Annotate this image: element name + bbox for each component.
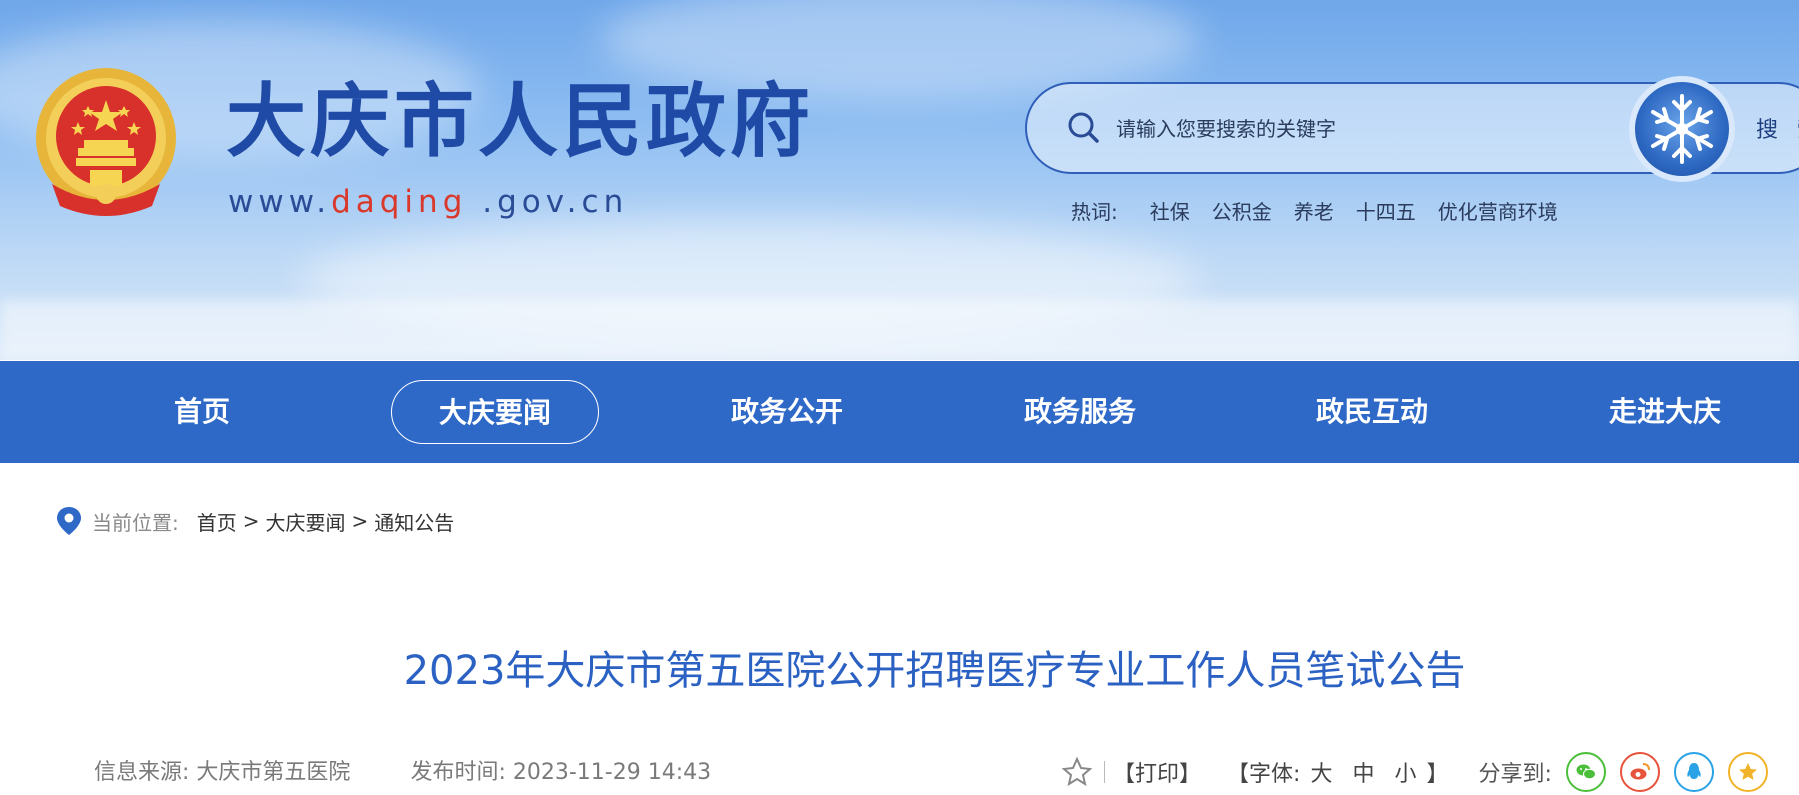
- nav-item-about-daqing[interactable]: 走进大庆: [1565, 361, 1765, 463]
- hotword-link[interactable]: 优化营商环境: [1438, 196, 1558, 225]
- nav-item-home[interactable]: 首页: [102, 361, 302, 463]
- hotword-link[interactable]: 社保: [1150, 196, 1190, 225]
- breadcrumb-link-home[interactable]: 首页: [197, 507, 237, 536]
- breadcrumb-link-daqing-news[interactable]: 大庆要闻: [266, 507, 346, 536]
- site-url-suffix: .gov.cn: [467, 184, 629, 220]
- article-meta: 信息来源: 大庆市第五医院 发布时间: 2023-11-29 14:43: [94, 754, 711, 786]
- font-size-small[interactable]: 小: [1394, 756, 1416, 788]
- font-size-medium[interactable]: 中: [1352, 756, 1374, 788]
- qq-icon[interactable]: [1673, 752, 1714, 792]
- qzone-icon[interactable]: [1727, 752, 1768, 792]
- header-ground: [0, 300, 1799, 360]
- site-url: www.daqing .gov.cn: [228, 184, 628, 220]
- breadcrumb-label: 当前位置:: [92, 510, 179, 535]
- source-value: 大庆市第五医院: [196, 760, 351, 785]
- print-button[interactable]: 【打印】: [1113, 756, 1201, 788]
- site-url-highlight: daqing: [331, 184, 468, 220]
- favorite-star-icon[interactable]: [1062, 757, 1092, 787]
- hotword-link[interactable]: 公积金: [1212, 196, 1272, 225]
- search-button[interactable]: 搜 索: [1756, 112, 1799, 144]
- breadcrumb-separator: >: [242, 509, 260, 533]
- publish-time-label: 发布时间:: [410, 760, 506, 785]
- breadcrumb: 当前位置: 首页 > 大庆要闻 > 通知公告: [56, 506, 454, 536]
- snowflake-badge-icon: [1629, 76, 1735, 182]
- share-label: 分享到:: [1478, 762, 1552, 787]
- site-url-prefix: www.: [228, 184, 332, 220]
- article-tools: 【打印】 【字体: 大 中 小 】 分享到:: [1062, 752, 1768, 792]
- nav-item-gov-services[interactable]: 政务服务: [980, 361, 1180, 463]
- site-title: 大庆市人民政府: [226, 75, 814, 168]
- font-size-label: 【字体:: [1227, 762, 1301, 787]
- breadcrumb-link-notices[interactable]: 通知公告: [374, 507, 454, 536]
- publish-time-value: 2023-11-29 14:43: [512, 760, 712, 785]
- national-emblem-icon: [36, 68, 176, 216]
- nav-item-daqing-news[interactable]: 大庆要闻: [391, 380, 599, 444]
- divider: [1104, 761, 1105, 783]
- location-pin-icon: [57, 507, 81, 535]
- breadcrumb-separator: >: [351, 509, 369, 533]
- font-size-close: 】: [1426, 762, 1449, 787]
- main-nav: 首页 大庆要闻 政务公开 政务服务 政民互动 走进大庆: [0, 361, 1799, 463]
- weibo-icon[interactable]: [1619, 752, 1660, 792]
- wechat-icon[interactable]: [1565, 752, 1606, 792]
- source-label: 信息来源:: [94, 760, 190, 785]
- hotword-link[interactable]: 十四五: [1356, 196, 1416, 225]
- hotwords: 热词: 社保 公积金 养老 十四五 优化营商环境: [1071, 196, 1580, 225]
- site-header: 大庆市人民政府 www.daqing .gov.cn 搜 索 热词: [0, 0, 1799, 360]
- nav-item-interaction[interactable]: 政民互动: [1272, 361, 1472, 463]
- font-size-large[interactable]: 大: [1310, 756, 1332, 788]
- search-icon: [1068, 112, 1099, 143]
- hotword-link[interactable]: 养老: [1294, 196, 1334, 225]
- hotwords-label: 热词:: [1071, 200, 1118, 224]
- search-input[interactable]: [1114, 110, 1598, 148]
- article-title: 2023年大庆市第五医院公开招聘医疗专业工作人员笔试公告: [403, 648, 1466, 694]
- nav-item-gov-affairs[interactable]: 政务公开: [687, 361, 887, 463]
